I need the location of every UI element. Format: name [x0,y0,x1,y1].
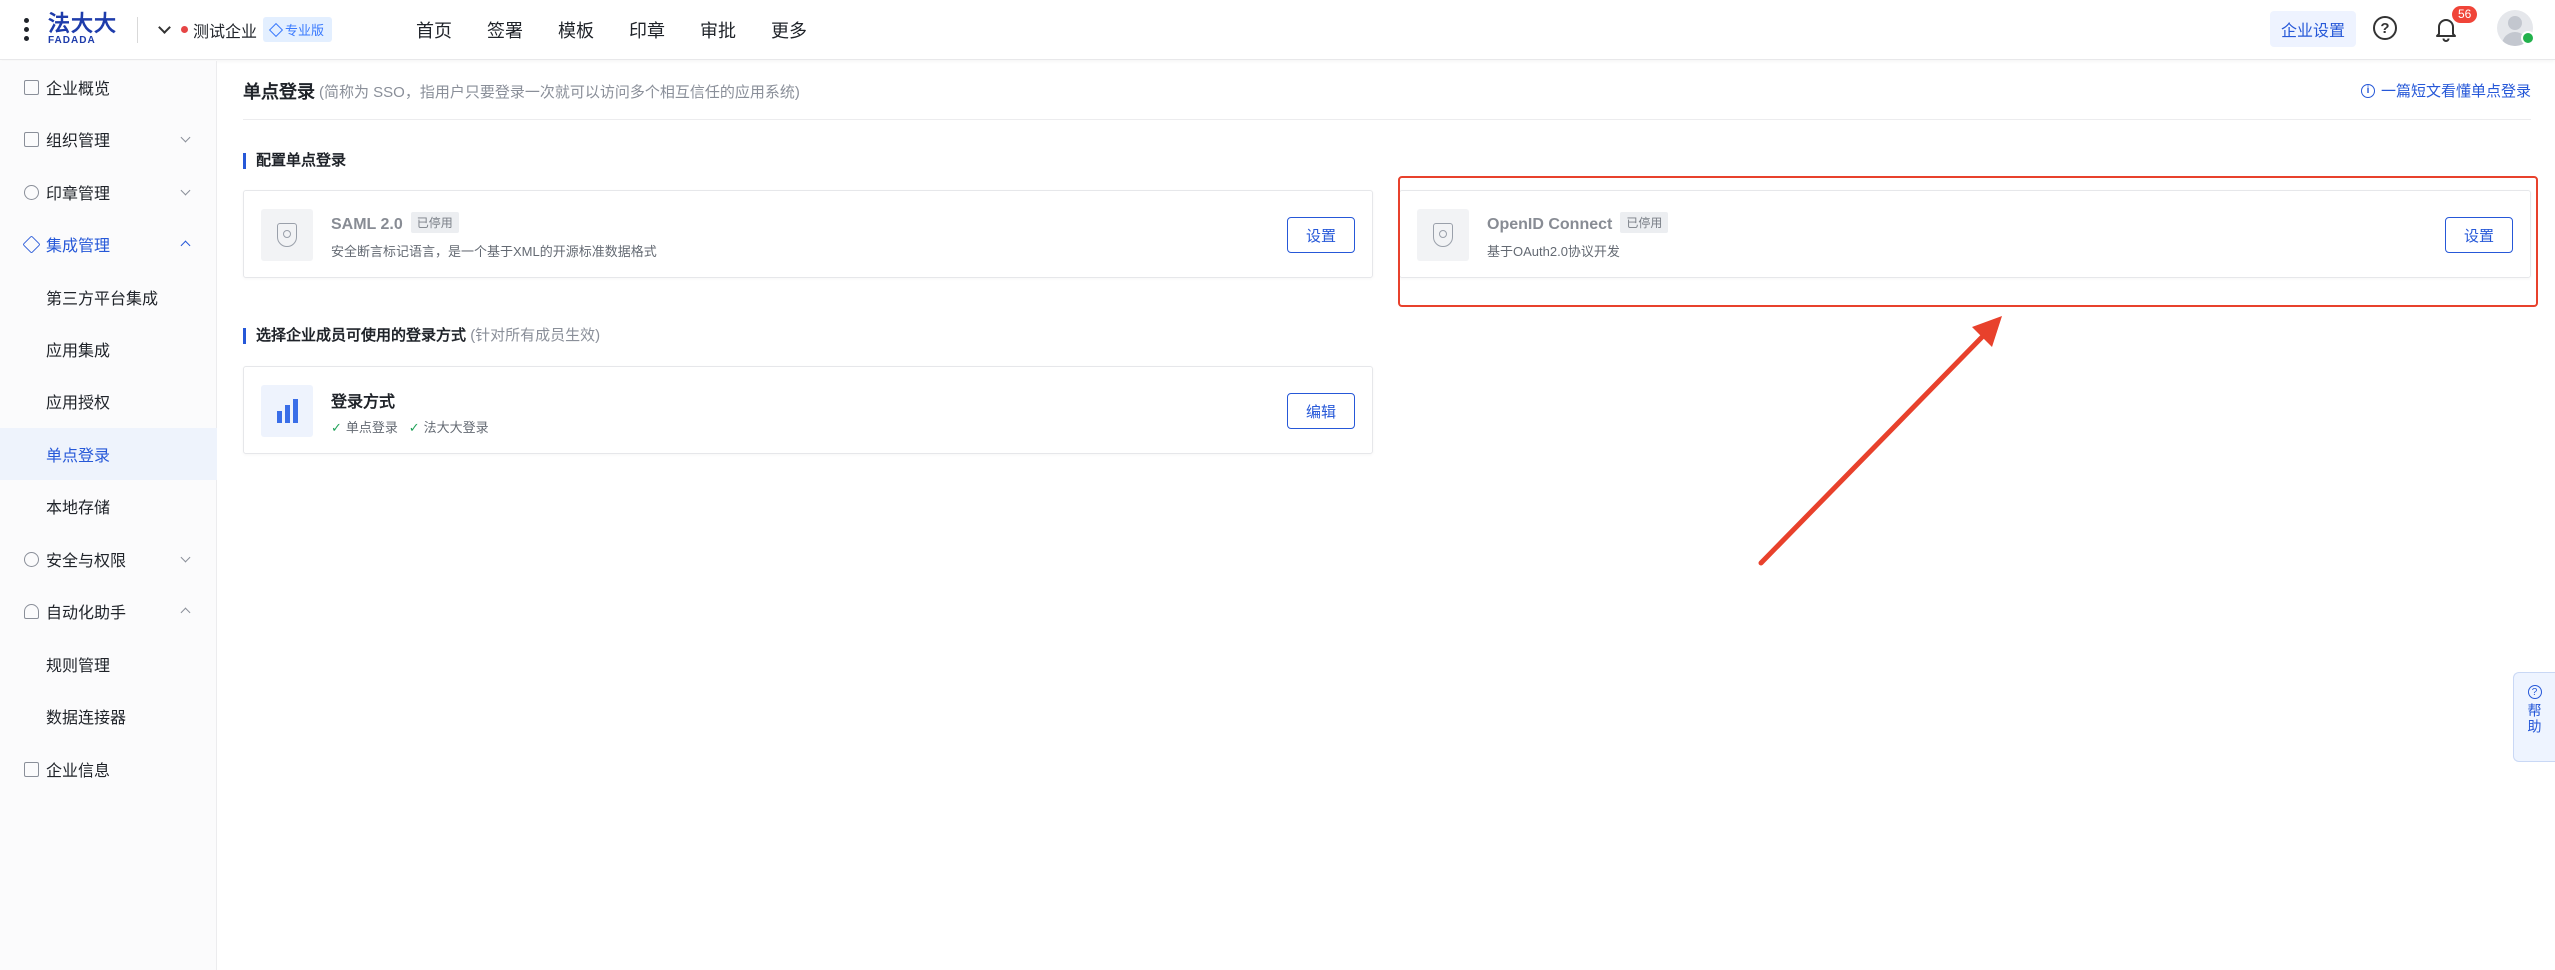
sidebar-item-data-connector[interactable]: 数据连接器 [0,690,217,742]
highlight-box [1398,176,2538,307]
sidebar-item-app-auth[interactable]: 应用授权 [0,375,217,427]
saml-card: SAML 2.0 已停用 安全断言标记语言，是一个基于XML的开源标准数据格式 设… [243,190,1373,278]
logo[interactable]: 法大大 FADADA [48,13,117,46]
check-icon: ✓ [331,420,342,435]
sidebar-item-company-info[interactable]: 企业信息 [0,743,217,795]
divider [243,119,2531,120]
sidebar-item-app-integration[interactable]: 应用集成 [0,323,217,375]
edit-login-method-button[interactable]: 编辑 [1287,393,1355,429]
company-switcher[interactable]: 测试企业 专业版 [158,17,333,42]
chevron-down-icon [158,21,171,34]
logo-text: 法大大 [48,11,118,36]
section-title-configure: 配置单点登录 [243,153,346,169]
sidebar-item-sso[interactable]: 单点登录 [0,428,217,480]
diamond-icon [268,22,284,37]
saml-settings-button[interactable]: 设置 [1287,217,1355,253]
company-info-icon [24,761,39,777]
top-nav: 首页 签署 模板 印章 审批 更多 [416,17,842,43]
nav-seal[interactable]: 印章 [629,17,665,43]
integration-icon [22,234,41,254]
check-icon: ✓ [408,420,420,435]
login-methods: ✓ 单点登录 ✓ 法大大登录 [331,420,489,435]
chevron-down-icon [180,185,191,195]
sidebar-item-automation[interactable]: 自动化助手 [0,585,217,637]
help-icon[interactable]: ? [2373,16,2397,40]
top-bar: 法大大 FADADA 测试企业 专业版 首页 签署 模板 印章 审批 更多 [0,0,2555,60]
nav-home[interactable]: 首页 [416,17,452,43]
verified-icon [2521,31,2535,45]
card-title: 登录方式 [331,394,396,411]
card-title: SAML 2.0 已停用 [331,212,459,234]
sidebar-item-org[interactable]: 组织管理 [0,113,217,165]
seal-icon [24,184,39,200]
sidebar: 企业概览 组织管理 印章管理 集成管理 第三方平台集成 应用集成 应用授权 单点… [0,61,217,970]
page-title: 单点登录 [243,82,315,102]
section-title-login-method: 选择企业成员可使用的登录方式 (针对所有成员生效) [243,328,600,344]
sidebar-item-integration[interactable]: 集成管理 [0,218,217,270]
chevron-up-icon [180,607,191,618]
company-name: 测试企业 [193,23,258,41]
automation-icon [24,603,39,619]
nav-approval[interactable]: 审批 [700,17,736,43]
sidebar-item-third-party[interactable]: 第三方平台集成 [0,271,217,323]
help-icon: ? [2527,685,2542,699]
floating-help-button[interactable]: ? 帮助 [2513,672,2555,762]
overview-icon [24,79,39,95]
sidebar-item-overview[interactable]: 企业概览 [0,61,217,113]
card-description: 安全断言标记语言，是一个基于XML的开源标准数据格式 [331,244,657,259]
security-icon [24,551,39,567]
logo-en-text: FADADA [48,35,96,46]
sidebar-item-seal[interactable]: 印章管理 [0,166,217,218]
chevron-down-icon [180,552,191,562]
status-dot [181,26,189,33]
enterprise-settings-button[interactable]: 企业设置 [2270,11,2356,47]
sidebar-item-local-storage[interactable]: 本地存储 [0,480,217,532]
org-icon [24,131,39,147]
nav-more[interactable]: 更多 [771,17,807,43]
doc-link[interactable]: i 一篇短文看懂单点登录 [2360,80,2531,101]
nav-sign[interactable]: 签署 [487,17,523,43]
page-description: (简称为 SSO，指用户只要登录一次就可以访问多个相互信任的应用系统) [319,84,800,101]
sidebar-item-rules[interactable]: 规则管理 [0,638,217,690]
status-badge: 已停用 [410,212,459,233]
chevron-up-icon [180,240,191,251]
building-icon [261,385,313,437]
sidebar-item-security[interactable]: 安全与权限 [0,533,217,585]
notification-badge: 56 [2452,6,2478,23]
edition-badge: 专业版 [263,17,333,42]
login-method-card: 登录方式 ✓ 单点登录 ✓ 法大大登录 编辑 [243,366,1373,454]
shield-icon [261,209,313,261]
nav-template[interactable]: 模板 [558,17,594,43]
app-menu-icon[interactable] [22,18,30,41]
info-icon: i [2360,83,2375,98]
chevron-down-icon [180,132,191,142]
divider [137,16,139,43]
